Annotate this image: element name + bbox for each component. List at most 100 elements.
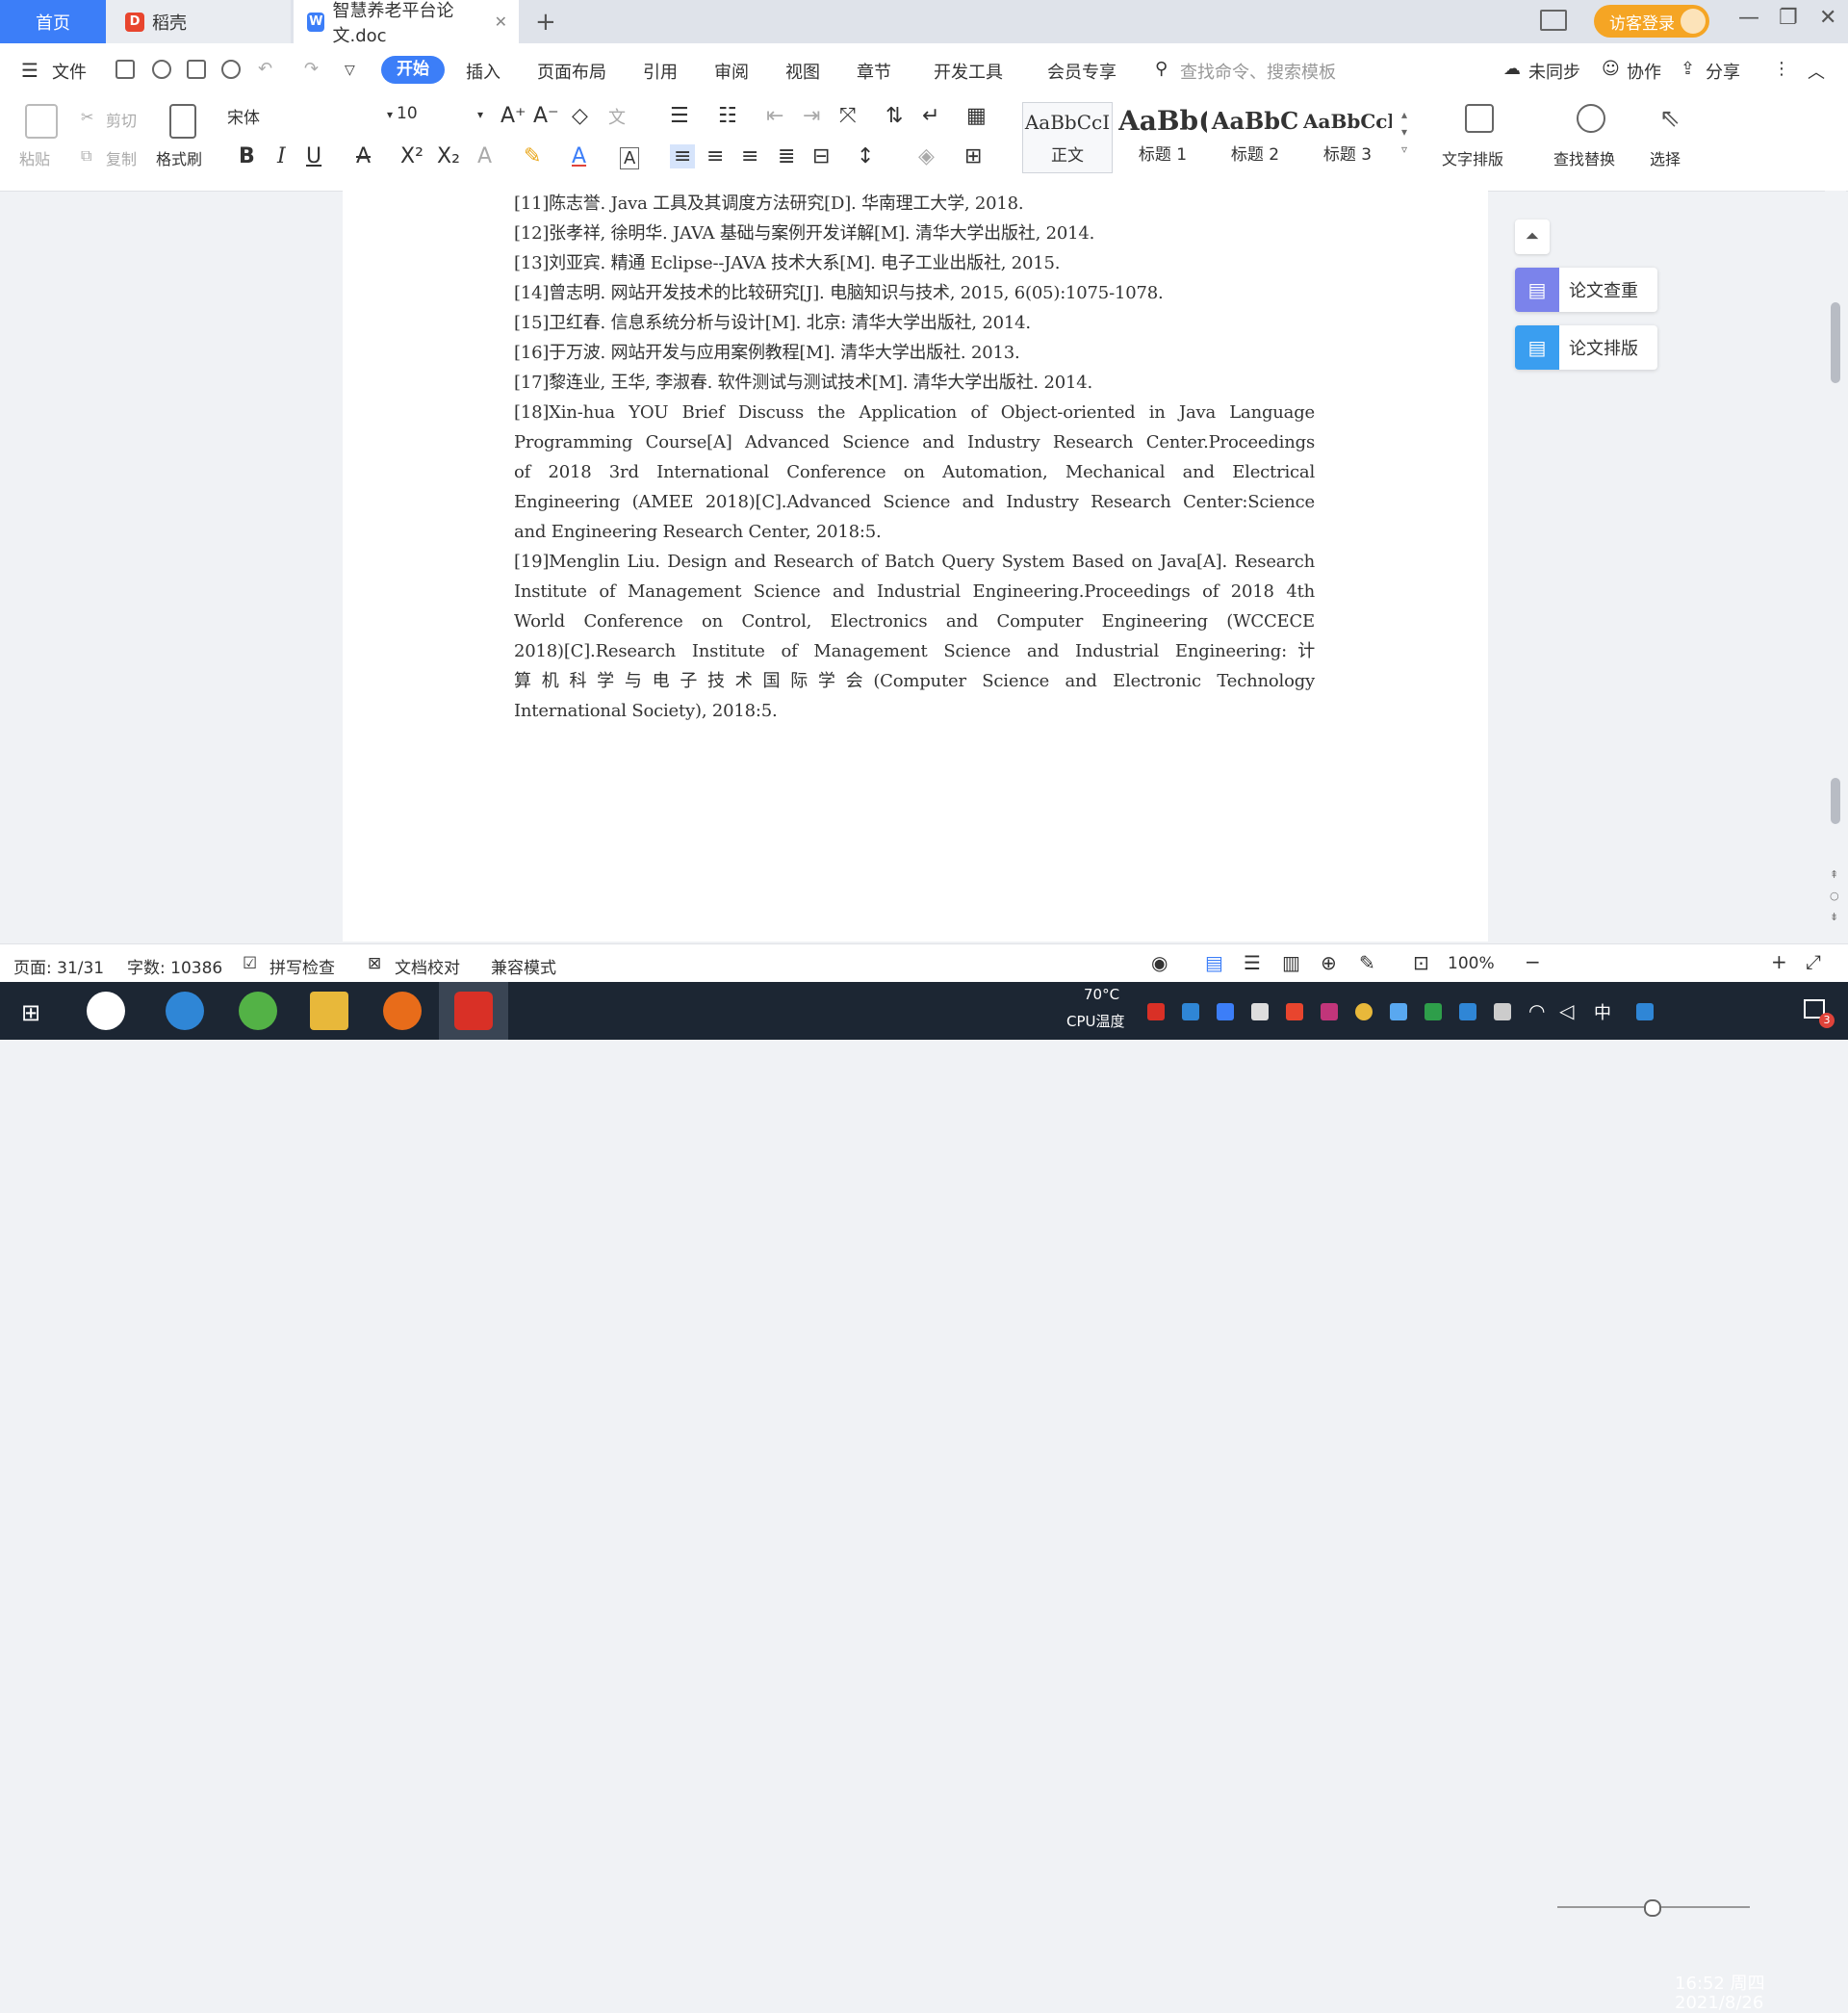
print-icon[interactable] — [187, 60, 206, 79]
format-painter-icon[interactable] — [169, 104, 196, 139]
scrollbar-thumb[interactable] — [1831, 302, 1840, 383]
ie-browser-icon[interactable] — [166, 992, 204, 1030]
bell-icon[interactable] — [1251, 1003, 1269, 1020]
style-heading-2[interactable]: AaBbC 标题 2 — [1211, 102, 1299, 171]
word-count[interactable]: 字数: 10386 — [127, 954, 222, 978]
minimize-icon[interactable]: — — [1738, 6, 1759, 30]
panel-collapse-icon[interactable]: ⏶ — [1515, 219, 1550, 254]
superscript-icon[interactable]: X² — [400, 144, 424, 168]
font-size-select[interactable]: 10 ▾ — [397, 104, 483, 131]
write-view-icon[interactable]: ✎ — [1359, 951, 1375, 974]
eye-protect-icon[interactable]: ◉ — [1151, 951, 1168, 974]
pinyin-icon[interactable]: 文 — [608, 104, 626, 129]
select-button[interactable]: 选择 — [1650, 146, 1681, 169]
unsync-status[interactable]: 未同步 — [1528, 59, 1580, 84]
highlight-icon[interactable]: ✎ — [524, 144, 541, 168]
shrink-font-icon[interactable]: A⁻ — [533, 104, 559, 128]
align-center-icon[interactable]: ≡ — [706, 144, 724, 168]
layout-switch-icon[interactable] — [1540, 10, 1567, 31]
outdent-icon[interactable]: ⇤ — [766, 104, 783, 128]
paste-button[interactable]: 粘贴 — [19, 146, 50, 169]
numbered-list-icon[interactable]: ☷ — [718, 104, 737, 128]
zoom-slider-handle[interactable] — [1644, 1899, 1661, 1917]
browser-360-icon[interactable] — [239, 992, 277, 1030]
menu-view[interactable]: 视图 — [785, 59, 820, 84]
chinese-layout-icon[interactable]: ⤧ — [839, 104, 857, 128]
clear-format-icon[interactable]: ◇ — [572, 104, 588, 128]
zoom-in-icon[interactable]: + — [1771, 950, 1787, 973]
border-icon[interactable]: ⊞ — [964, 144, 982, 168]
nvidia-icon[interactable] — [1424, 1003, 1442, 1020]
table-tool-icon[interactable]: ▦ — [966, 104, 987, 128]
windows-start-icon[interactable]: ⊞ — [21, 999, 40, 1026]
find-replace-button[interactable]: 查找替换 — [1553, 146, 1615, 169]
redo-icon[interactable]: ↷ — [304, 59, 319, 79]
fit-page-icon[interactable]: ⊡ — [1413, 951, 1429, 974]
tray-icon[interactable] — [1390, 1003, 1407, 1020]
text-effect-icon[interactable]: A — [477, 144, 492, 168]
undo-icon[interactable]: ↶ — [258, 59, 272, 79]
tray-icon[interactable] — [1321, 1003, 1338, 1020]
copy-button[interactable]: 复制 — [106, 146, 137, 169]
tab-home[interactable]: 首页 — [0, 0, 106, 43]
menu-member[interactable]: 会员专享 — [1047, 59, 1116, 84]
page-view-icon[interactable]: ▤ — [1205, 951, 1223, 974]
app-icon-1[interactable] — [87, 992, 125, 1030]
qq-icon[interactable] — [1636, 1003, 1654, 1020]
tray-icon[interactable] — [1182, 1003, 1199, 1020]
battery-icon[interactable] — [1494, 1003, 1511, 1020]
styles-scroll-icon[interactable]: ▴ ▾ ▿ — [1401, 106, 1407, 158]
page-nav-icon[interactable]: ⇞ ○ ⇟ — [1830, 865, 1839, 928]
font-name-select[interactable]: 宋体 ▾ — [227, 104, 393, 131]
share-button[interactable]: 分享 — [1706, 59, 1740, 84]
media-app-icon[interactable] — [383, 992, 422, 1030]
tray-icon[interactable] — [1147, 1003, 1165, 1020]
style-heading-1[interactable]: AaBb( 标题 1 — [1118, 102, 1207, 171]
menu-start[interactable]: 开始 — [381, 56, 445, 84]
command-search-input[interactable]: 查找命令、搜索模板 — [1180, 59, 1336, 84]
tray-icon[interactable] — [1355, 1003, 1373, 1020]
find-replace-icon[interactable] — [1577, 104, 1605, 133]
zoom-out-icon[interactable]: − — [1525, 950, 1541, 973]
menu-chapter[interactable]: 章节 — [857, 59, 891, 84]
ime-indicator[interactable]: 中 — [1594, 999, 1611, 1024]
web-view-icon[interactable]: ⊕ — [1321, 951, 1337, 974]
distributed-icon[interactable]: ⊟ — [812, 144, 830, 168]
align-left-icon[interactable]: ≡ — [670, 144, 696, 168]
sort-icon[interactable]: ⇅ — [886, 104, 903, 128]
menu-page-layout[interactable]: 页面布局 — [537, 59, 606, 84]
close-window-icon[interactable]: ✕ — [1819, 6, 1836, 30]
more-icon[interactable]: ⋮ — [1773, 59, 1790, 79]
subscript-icon[interactable]: X₂ — [437, 144, 460, 168]
paper-layout-button[interactable]: ▤ 论文排版 — [1515, 325, 1657, 370]
collapse-ribbon-icon[interactable]: ︿ — [1808, 59, 1825, 84]
italic-icon[interactable]: I — [277, 144, 286, 168]
select-cursor-icon[interactable]: ⇖ — [1659, 104, 1681, 133]
menu-dev-tools[interactable]: 开发工具 — [934, 59, 1003, 84]
strikethrough-icon[interactable]: A — [356, 144, 371, 168]
bluetooth-icon[interactable] — [1459, 1003, 1476, 1020]
vertical-scrollbar[interactable]: ⇞ ○ ⇟ — [1825, 191, 1846, 942]
chevron-down-icon[interactable]: ▽ — [345, 63, 355, 78]
zoom-level[interactable]: 100% — [1448, 954, 1495, 973]
scrollbar-thumb-lower[interactable] — [1831, 778, 1840, 824]
visitor-login-button[interactable]: 访客登录 — [1594, 5, 1709, 38]
paste-icon[interactable] — [25, 104, 58, 139]
line-spacing-icon[interactable]: ↕ — [857, 144, 874, 168]
cut-button[interactable]: 剪切 — [106, 108, 137, 131]
justify-icon[interactable]: ≣ — [778, 144, 795, 168]
style-normal[interactable]: AaBbCcI 正文 — [1022, 102, 1113, 173]
save-icon[interactable] — [116, 60, 135, 79]
hamburger-icon[interactable]: ☰ — [21, 59, 38, 82]
clock-date[interactable]: 2021/8/26 — [1675, 1993, 1763, 2013]
reading-view-icon[interactable]: ▥ — [1282, 951, 1300, 974]
tray-icon[interactable] — [1286, 1003, 1303, 1020]
show-marks-icon[interactable]: ↵ — [922, 104, 939, 128]
spellcheck-button[interactable]: 拼写检查 — [270, 954, 335, 978]
char-border-icon[interactable]: A — [620, 147, 640, 169]
tab-document[interactable]: W 智慧养老平台论文.doc ✕ — [294, 0, 519, 46]
page-indicator[interactable]: 页面: 31/31 — [13, 954, 104, 978]
outline-view-icon[interactable]: ☰ — [1244, 951, 1261, 974]
volume-icon[interactable]: ◁ — [1559, 999, 1574, 1022]
text-layout-icon[interactable] — [1465, 104, 1494, 133]
